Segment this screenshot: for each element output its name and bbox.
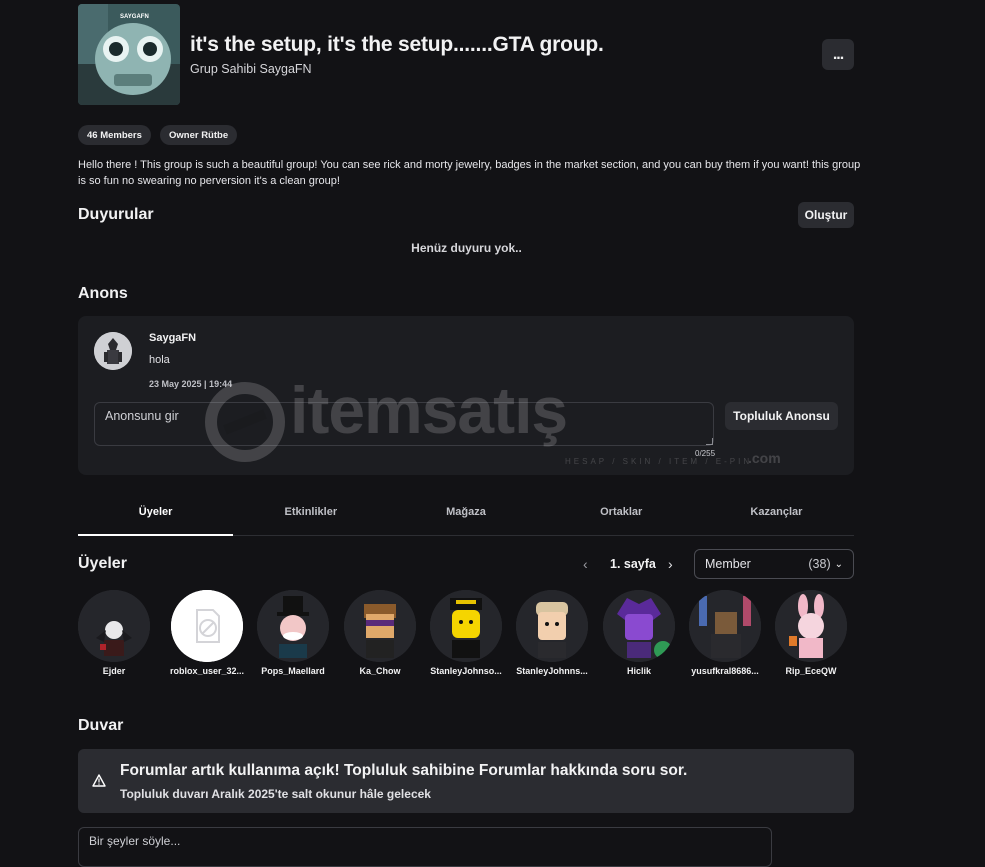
avatar[interactable] [94,332,132,370]
watermark-tagline: HESAP / SKIN / ITEM / E-PIN [565,457,753,466]
thumb-tag: SAYGAFN [120,14,149,20]
members-count-badge: 46 Members [78,125,151,145]
group-description: Hello there ! This group is such a beaut… [78,159,861,187]
warning-icon [92,774,106,792]
wall-heading: Duvar [78,717,124,734]
announcements-empty-text: Henüz duyuru yok.. [411,241,522,255]
member-card[interactable]: Pops_Maellard [250,590,336,676]
member-name: Rip_EceQW [785,666,837,676]
watermark-brand: itemsatış [290,373,568,447]
resize-handle-icon[interactable] [706,438,713,445]
tab-earnings[interactable]: Kazançlar [699,496,854,535]
member-card[interactable]: Hiclik [596,590,682,676]
avatar [171,590,243,662]
chevron-down-icon: ⌄ [834,558,843,570]
member-name: StanleyJohnns... [516,666,588,676]
prev-page-icon[interactable]: ‹ [583,556,588,572]
create-announcement-button[interactable]: Oluştur [798,202,854,228]
rank-badge: Owner Rütbe [160,125,238,145]
group-thumbnail: SAYGAFN [78,4,180,105]
role-select-count: (38) [808,557,831,571]
watermark-suffix: .com [748,450,781,466]
post-author[interactable]: SaygaFN [149,332,196,344]
member-card[interactable]: StanleyJohnso... [423,590,509,676]
alert-subtitle: Topluluk duvarı Aralık 2025'te salt okun… [120,787,431,801]
tab-events[interactable]: Etkinlikler [233,496,388,535]
avatar [344,590,416,662]
member-name: Ka_Chow [359,666,401,676]
member-card[interactable]: Ka_Chow [337,590,423,676]
anons-heading: Anons [78,285,128,302]
member-card[interactable]: StanleyJohnns... [509,590,595,676]
next-page-icon[interactable]: › [668,556,673,572]
tab-store[interactable]: Mağaza [388,496,543,535]
avatar [603,590,675,662]
wall-post-input[interactable]: Bir şeyler söyle... [78,827,772,867]
role-select[interactable]: Member (38) ⌄ [694,549,854,579]
avatar [78,590,150,662]
avatar [689,590,761,662]
member-name: StanleyJohnso... [430,666,502,676]
members-heading: Üyeler [78,555,127,572]
avatar [775,590,847,662]
member-card[interactable]: yusufkral8686... [682,590,768,676]
page-label: 1. sayfa [610,557,656,571]
member-name: yusufkral8686... [691,666,759,676]
group-tabs: Üyeler Etkinlikler Mağaza Ortaklar Kazan… [78,496,854,536]
forum-alert [78,749,854,813]
post-text: hola [149,354,170,366]
member-name: Hiclik [626,666,651,676]
member-name: roblox_user_32... [169,666,245,676]
alert-title: Forumlar artık kullanıma açık! Topluluk … [120,762,688,779]
avatar [516,590,588,662]
tab-members[interactable]: Üyeler [78,496,234,536]
member-name: Ejder [102,666,126,676]
member-name: Pops_Maellard [261,666,325,676]
group-owner[interactable]: Grup Sahibi SaygaFN [190,62,312,76]
group-title: it's the setup, it's the setup.......GTA… [190,33,604,56]
role-select-value: Member [705,557,751,571]
member-card[interactable]: Ejder [71,590,157,676]
announcements-heading: Duyurular [78,206,154,223]
avatar [430,590,502,662]
member-card[interactable]: Rip_EceQW [768,590,854,676]
member-card[interactable]: roblox_user_32... [164,590,250,676]
community-announce-button[interactable]: Topluluk Anonsu [725,402,838,430]
more-options-button[interactable]: ... [822,39,854,70]
tab-partners[interactable]: Ortaklar [544,496,699,535]
avatar [257,590,329,662]
post-date: 23 May 2025 | 19:44 [149,379,233,389]
